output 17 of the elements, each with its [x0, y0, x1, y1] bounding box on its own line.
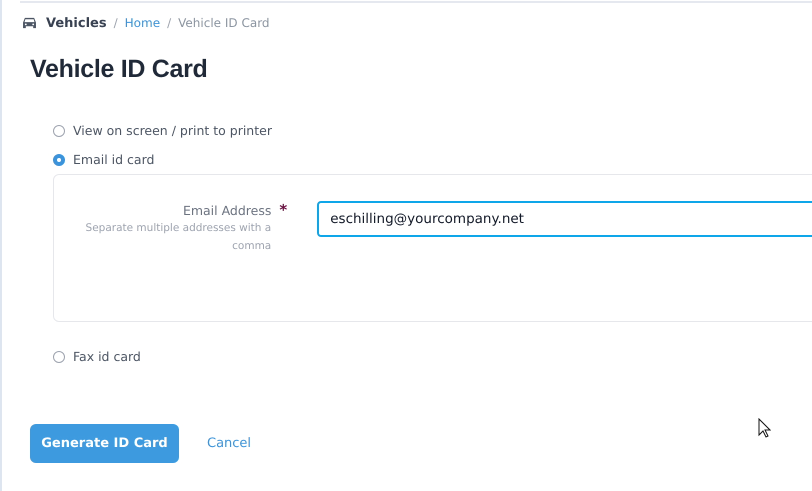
cursor-icon [758, 418, 771, 438]
radio-button[interactable] [53, 124, 65, 136]
radio-label[interactable]: Email id card [73, 152, 154, 167]
breadcrumb-separator: / [167, 16, 172, 30]
radio-label[interactable]: View on screen / print to printer [73, 123, 272, 138]
breadcrumb-section[interactable]: Vehicles [46, 16, 107, 30]
email-input-field[interactable]: eschilling@yourcompany.net [317, 201, 812, 237]
radio-button[interactable] [53, 154, 65, 166]
field-label: Email Address [182, 203, 272, 218]
page-title: Vehicle ID Card [30, 55, 209, 84]
breadcrumb-current: Vehicle ID Card [178, 16, 270, 30]
help-text: Separate multiple addresses with a comma [84, 221, 272, 254]
required-mark: * [279, 201, 288, 219]
car-icon [22, 17, 37, 29]
radio-label[interactable]: Fax id card [73, 349, 141, 364]
radio-button[interactable] [53, 350, 65, 362]
breadcrumb-separator: / [114, 16, 118, 30]
